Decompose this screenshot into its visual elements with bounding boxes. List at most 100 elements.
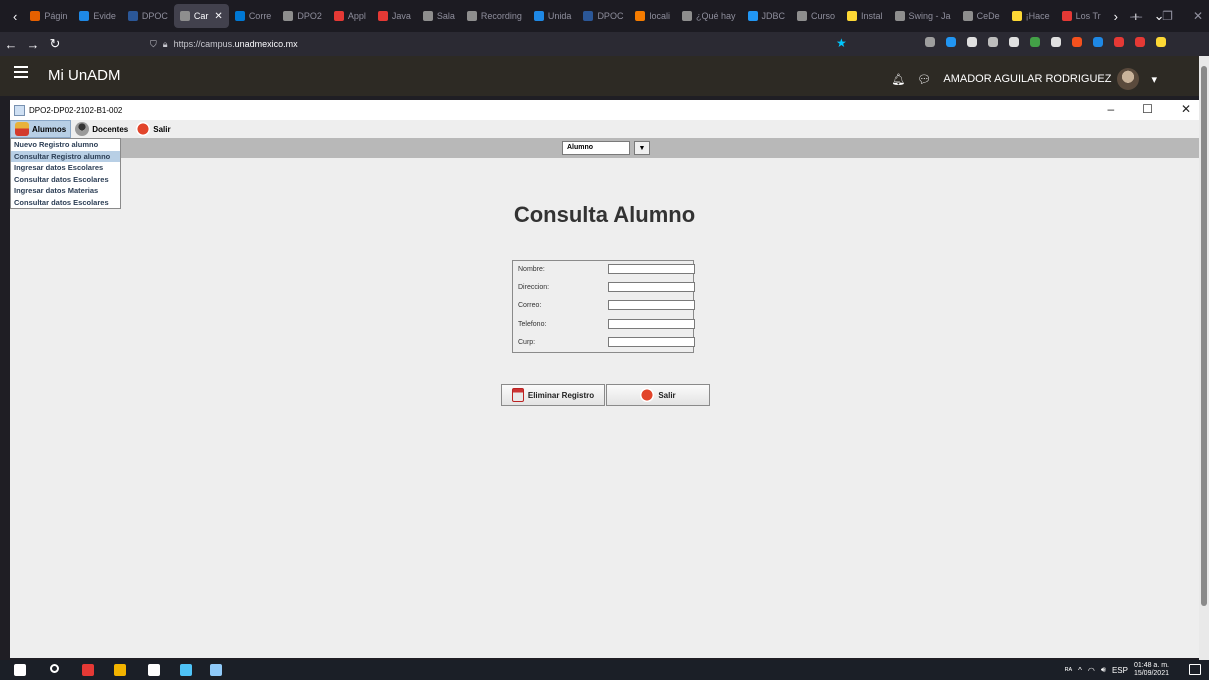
extension-icon[interactable] bbox=[1051, 37, 1061, 47]
field-input[interactable] bbox=[608, 318, 695, 329]
tab-label: DPOC bbox=[141, 11, 168, 21]
wifi-icon[interactable]: ◠ bbox=[1088, 666, 1095, 675]
app-maximize-icon[interactable]: ☐ bbox=[1142, 102, 1153, 116]
people-icon[interactable]: ᴿᴬ bbox=[1065, 666, 1072, 675]
dropdown-item[interactable]: Consultar datos Escolares bbox=[11, 197, 120, 209]
app-icon[interactable] bbox=[114, 664, 126, 676]
minimize-icon[interactable]: — bbox=[1130, 9, 1142, 23]
clock[interactable]: 01:48 a. m. 15/09/2021 bbox=[1134, 662, 1169, 678]
browser-tab[interactable]: Java bbox=[372, 4, 417, 28]
tab-label: Los Tr bbox=[1075, 11, 1101, 21]
extension-icon[interactable] bbox=[925, 37, 935, 47]
browser-tab[interactable]: Págin bbox=[24, 4, 73, 28]
tab-scroll-left-icon[interactable]: ‹ bbox=[6, 9, 24, 24]
extension-icon[interactable] bbox=[1114, 37, 1124, 47]
url-text: https://campus.unadmexico.mx bbox=[173, 39, 298, 49]
browser-icon[interactable] bbox=[180, 664, 192, 676]
field-input[interactable] bbox=[608, 264, 695, 274]
app-minimize-icon[interactable]: – bbox=[1107, 102, 1114, 116]
notification-icon[interactable] bbox=[1189, 664, 1201, 675]
page-scrollbar[interactable] bbox=[1199, 56, 1209, 660]
back-icon[interactable]: ← bbox=[0, 37, 22, 52]
address-bar[interactable]: ⛉ 🔒︎ https://campus.unadmexico.mx bbox=[150, 35, 850, 53]
chevron-down-icon[interactable]: ▾ bbox=[1151, 73, 1157, 86]
extension-icon[interactable] bbox=[988, 37, 998, 47]
file-explorer-icon[interactable] bbox=[148, 664, 160, 676]
exit-button[interactable]: Salir bbox=[606, 384, 710, 406]
dropdown-item[interactable]: Nuevo Registro alumno bbox=[11, 139, 120, 151]
combo-value[interactable]: Alumno bbox=[562, 141, 630, 155]
shield-icon[interactable]: ⛉ bbox=[150, 39, 157, 50]
app-close-icon[interactable]: ✕ bbox=[1181, 102, 1191, 116]
campus-brand[interactable]: Mi UnADM bbox=[48, 67, 121, 84]
browser-tab[interactable]: CeDe bbox=[957, 4, 1006, 28]
delete-record-button[interactable]: Eliminar Registro bbox=[501, 384, 605, 406]
restore-icon[interactable]: ❐ bbox=[1162, 9, 1173, 23]
reload-icon[interactable]: ↻ bbox=[44, 36, 66, 52]
firefox-icon[interactable] bbox=[82, 664, 94, 676]
browser-tab[interactable]: DPOC bbox=[122, 4, 174, 28]
language-indicator[interactable]: ESP bbox=[1112, 666, 1128, 675]
dropdown-item[interactable]: Consultar datos Escolares bbox=[11, 174, 120, 186]
browser-tab[interactable]: Unida bbox=[528, 4, 578, 28]
tab-close-icon[interactable]: ✕ bbox=[214, 11, 222, 22]
scrollbar-thumb[interactable] bbox=[1201, 66, 1207, 606]
volume-icon[interactable]: 🔊︎ bbox=[1101, 665, 1106, 675]
dropdown-item[interactable]: Ingresar datos Escolares bbox=[11, 162, 120, 174]
user-name[interactable]: AMADOR AGUILAR RODRIGUEZ bbox=[943, 73, 1111, 85]
browser-tab[interactable]: Instal bbox=[841, 4, 889, 28]
browser-tab[interactable]: ¿Qué hay bbox=[676, 4, 742, 28]
alumnos-dropdown: Nuevo Registro alumno Consultar Registro … bbox=[10, 138, 121, 209]
tab-favicon-icon bbox=[583, 11, 594, 21]
browser-tab[interactable]: Swing - Ja bbox=[889, 4, 957, 28]
browser-tab[interactable]: Car ✕ bbox=[173, 4, 229, 28]
browser-tab[interactable]: Appl bbox=[328, 4, 372, 28]
extension-icon[interactable] bbox=[1156, 37, 1166, 47]
extension-icon[interactable] bbox=[967, 37, 977, 47]
field-input[interactable] bbox=[608, 300, 695, 311]
combo-arrow-icon[interactable]: ▼ bbox=[634, 141, 650, 155]
browser-tab[interactable]: Sala bbox=[417, 4, 461, 28]
dropdown-item[interactable]: Ingresar datos Materias bbox=[11, 185, 120, 197]
menu-alumnos[interactable]: Alumnos bbox=[10, 120, 72, 138]
field-input[interactable] bbox=[608, 282, 695, 293]
bell-icon[interactable]: 🔔︎ bbox=[891, 73, 905, 86]
hamburger-menu-icon[interactable] bbox=[14, 66, 28, 78]
tab-favicon-icon bbox=[283, 11, 294, 21]
tray-chevron-icon[interactable]: ^ bbox=[1078, 666, 1082, 675]
extension-icon[interactable] bbox=[1072, 37, 1082, 47]
tab-favicon-icon bbox=[797, 11, 808, 21]
browser-tab[interactable]: Evide bbox=[73, 4, 122, 28]
chat-icon[interactable]: 💬︎ bbox=[917, 73, 931, 86]
menu-docentes[interactable]: Docentes bbox=[71, 120, 132, 138]
browser-tab[interactable]: ¡Hace bbox=[1006, 4, 1056, 28]
trash-icon bbox=[511, 388, 524, 402]
forward-icon[interactable]: → bbox=[22, 37, 44, 52]
extension-icon[interactable] bbox=[946, 37, 956, 47]
close-icon[interactable]: ✕ bbox=[1193, 9, 1203, 23]
field-label: Nombre: bbox=[518, 266, 545, 273]
field-input[interactable] bbox=[608, 336, 695, 347]
browser-tab[interactable]: Curso bbox=[791, 4, 841, 28]
browser-tab[interactable]: JDBC bbox=[742, 4, 792, 28]
extension-icon[interactable] bbox=[1030, 37, 1040, 47]
type-combo[interactable]: Alumno ▼ bbox=[562, 141, 672, 155]
browser-tab[interactable]: Recording bbox=[461, 4, 528, 28]
bookmark-star-icon[interactable]: ★ bbox=[836, 36, 847, 50]
extension-icon[interactable] bbox=[1009, 37, 1019, 47]
avatar[interactable] bbox=[1117, 68, 1140, 90]
tab-favicon-icon bbox=[847, 11, 858, 21]
menu-salir[interactable]: Salir bbox=[132, 120, 174, 138]
browser-tab[interactable]: DPO2 bbox=[277, 4, 328, 28]
start-icon[interactable] bbox=[14, 664, 26, 676]
browser-tab[interactable]: Los Tr bbox=[1056, 4, 1107, 28]
search-icon[interactable] bbox=[50, 664, 59, 673]
tab-scroll-right-icon[interactable]: › bbox=[1107, 9, 1125, 24]
browser-tab[interactable]: Corre bbox=[229, 4, 278, 28]
browser-tab[interactable]: DPOC bbox=[577, 4, 629, 28]
extension-icon[interactable] bbox=[1093, 37, 1103, 47]
extension-icon[interactable] bbox=[1135, 37, 1145, 47]
browser-tab[interactable]: locali bbox=[629, 4, 676, 28]
java-icon[interactable] bbox=[210, 664, 222, 676]
dropdown-item[interactable]: Consultar Registro alumno bbox=[11, 150, 120, 162]
